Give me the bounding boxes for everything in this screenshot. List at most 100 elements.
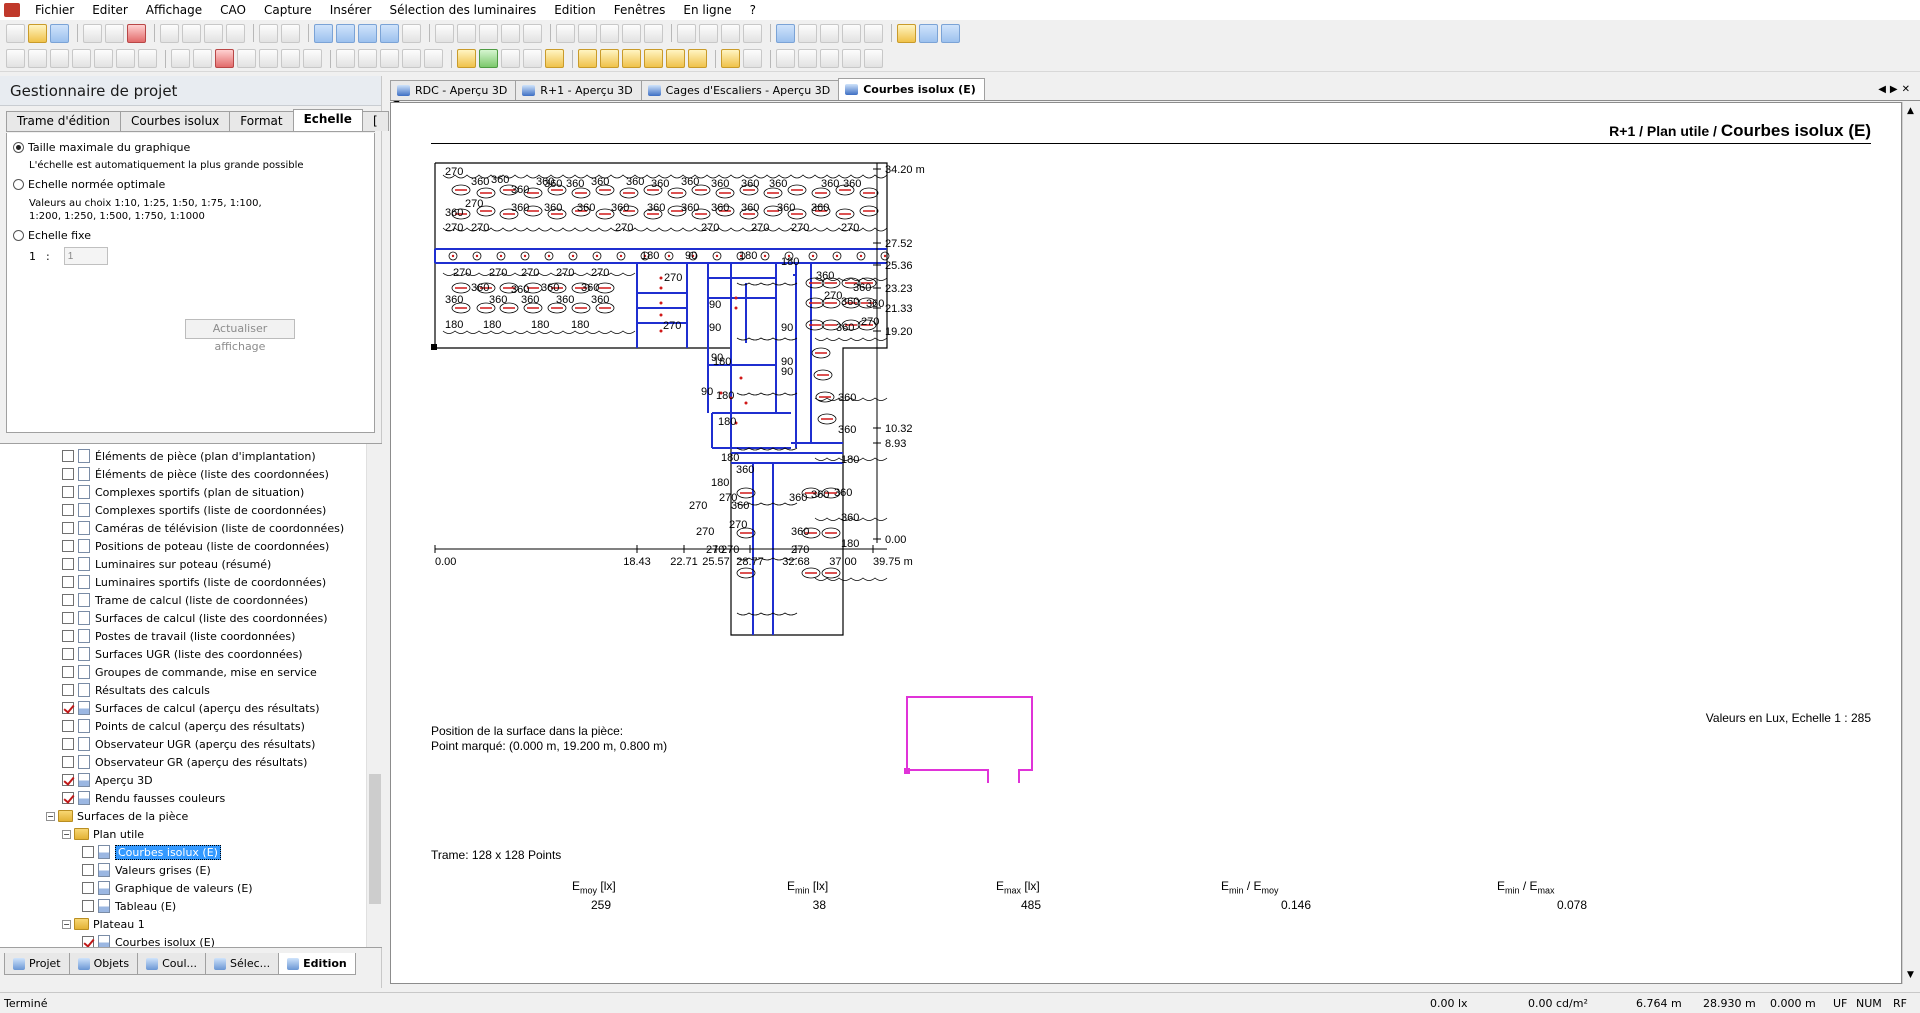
menu-cao[interactable]: CAO	[211, 0, 255, 20]
door-icon[interactable]	[523, 49, 542, 68]
view-side-icon[interactable]	[380, 23, 399, 43]
tree-item[interactable]: Aperçu 3D	[62, 771, 153, 789]
tree-checkbox[interactable]	[82, 936, 94, 947]
tree-checkbox[interactable]	[82, 864, 94, 876]
radio-unselected-icon[interactable]	[13, 179, 24, 190]
menu-en-ligne[interactable]: En ligne	[674, 0, 740, 20]
light-field-icon[interactable]	[622, 49, 641, 68]
draw-arc-icon[interactable]	[94, 49, 113, 68]
expand-toggle-icon[interactable]: −	[46, 811, 55, 821]
tree-item[interactable]: Trame de calcul (liste de coordonnées)	[62, 591, 308, 609]
surface-icon[interactable]	[281, 49, 300, 68]
tree-checkbox[interactable]	[82, 900, 94, 912]
radio-echelle-fixe[interactable]: Echelle fixe	[13, 229, 91, 242]
tree-checkbox[interactable]	[62, 666, 74, 678]
angle-icon[interactable]	[798, 49, 817, 68]
tree-item[interactable]: Courbes isolux (E)	[82, 843, 221, 861]
dimension-icon[interactable]	[776, 49, 795, 68]
tree-item[interactable]: Surfaces de calcul (aperçu des résultats…	[62, 699, 320, 717]
tree-checkbox[interactable]	[62, 792, 74, 804]
radio-echelle-normee[interactable]: Echelle normée optimale	[13, 178, 165, 191]
expand-toggle-icon[interactable]: −	[62, 919, 71, 929]
radio-taille-maximale[interactable]: Taille maximale du graphique	[13, 141, 190, 154]
view-front-icon[interactable]	[358, 23, 377, 43]
tab-courbes-isolux[interactable]: Courbes isolux	[119, 111, 231, 131]
radio-unselected-icon[interactable]	[13, 230, 24, 241]
pan-icon[interactable]	[380, 49, 399, 68]
tree-checkbox[interactable]	[62, 648, 74, 660]
target-icon[interactable]	[842, 49, 861, 68]
tree-checkbox[interactable]	[62, 756, 74, 768]
scroll-down-icon[interactable]: ▼	[1907, 970, 1914, 980]
tree-item[interactable]: Tableau (E)	[82, 897, 176, 915]
grid-icon[interactable]	[600, 23, 619, 43]
tree-item[interactable]: Courbes isolux (E)	[82, 933, 215, 947]
tree-item[interactable]: Points de calcul (aperçu des résultats)	[62, 717, 305, 735]
measure-icon[interactable]	[622, 23, 641, 43]
draw-polyline-icon[interactable]	[28, 49, 47, 68]
menu-fenetres[interactable]: Fenêtres	[605, 0, 675, 20]
draw-line-icon[interactable]	[6, 49, 25, 68]
tree-item[interactable]: Luminaires sur poteau (résumé)	[62, 555, 271, 573]
light-scene-icon[interactable]	[556, 23, 575, 43]
tree-checkbox[interactable]	[62, 504, 74, 516]
open-folder-icon[interactable]	[28, 23, 47, 43]
menu-capture[interactable]: Capture	[255, 0, 321, 20]
view-layout-icon[interactable]	[402, 23, 421, 43]
snap-icon[interactable]	[138, 49, 157, 68]
tab-format[interactable]: Format	[229, 111, 294, 131]
draw-rect-icon[interactable]	[50, 49, 69, 68]
calc-surface-icon[interactable]	[721, 49, 740, 68]
cone-icon[interactable]	[699, 23, 718, 43]
scroll-up-icon[interactable]: ▲	[1907, 106, 1914, 116]
save-icon[interactable]	[50, 23, 69, 43]
tab-trame-edition[interactable]: Trame d'édition	[6, 111, 121, 131]
table-view-icon[interactable]	[259, 49, 278, 68]
tab-edition[interactable]: Edition	[278, 953, 356, 975]
doc-tabs-nav-icon[interactable]: ◀▶✕	[1878, 80, 1920, 100]
light-emergency-icon[interactable]	[688, 49, 707, 68]
calculate-icon[interactable]	[578, 23, 597, 43]
calc-point-icon[interactable]	[743, 49, 762, 68]
window-horizontal-icon[interactable]	[919, 23, 938, 43]
sphere-icon[interactable]	[677, 23, 696, 43]
tree-checkbox[interactable]	[62, 720, 74, 732]
tree-checkbox[interactable]	[62, 450, 74, 462]
tree-item[interactable]: Éléments de pièce (liste des coordonnées…	[62, 465, 329, 483]
tree-checkbox[interactable]	[62, 702, 74, 714]
tree-folder-surfaces[interactable]: − Surfaces de la pièce	[46, 807, 188, 825]
print-preview-icon[interactable]	[105, 23, 124, 43]
print-icon[interactable]	[83, 23, 102, 43]
copy-icon[interactable]	[182, 23, 201, 43]
material-icon[interactable]	[545, 49, 564, 68]
tree-checkbox[interactable]	[62, 486, 74, 498]
tree-item[interactable]: Graphique de valeurs (E)	[82, 879, 253, 897]
orbit-icon[interactable]	[402, 49, 421, 68]
doc-tab-cages[interactable]: Cages d'Escaliers - Aperçu 3D	[640, 80, 840, 100]
cut-icon[interactable]	[160, 23, 179, 43]
tree-checkbox[interactable]	[82, 846, 94, 858]
zoom-icon[interactable]	[358, 49, 377, 68]
tree-item[interactable]: Complexes sportifs (liste de coordonnées…	[62, 501, 326, 519]
doc-print-icon[interactable]	[864, 23, 883, 43]
tree-scrollbar-thumb[interactable]	[369, 774, 381, 904]
delete-icon[interactable]	[226, 23, 245, 43]
distance-icon[interactable]	[820, 49, 839, 68]
fit-view-icon[interactable]	[424, 49, 443, 68]
light-line-icon[interactable]	[600, 49, 619, 68]
doc-tab-isolux[interactable]: Courbes isolux (E)	[838, 78, 985, 100]
plant-icon[interactable]	[479, 49, 498, 68]
window-vertical-icon[interactable]	[941, 23, 960, 43]
tree-checkbox[interactable]	[62, 540, 74, 552]
export-icon[interactable]	[721, 23, 740, 43]
menu-editer[interactable]: Editer	[83, 0, 137, 20]
tree-checkbox[interactable]	[62, 594, 74, 606]
tree-item[interactable]: Valeurs grises (E)	[82, 861, 211, 879]
tree-checkbox[interactable]	[62, 774, 74, 786]
doc-options-icon[interactable]	[820, 23, 839, 43]
tree-item[interactable]: Observateur UGR (aperçu des résultats)	[62, 735, 315, 753]
tree-checkbox[interactable]	[62, 630, 74, 642]
tree-item[interactable]: Postes de travail (liste coordonnées)	[62, 627, 295, 645]
fixed-scale-input[interactable]	[63, 247, 108, 265]
light-street-icon[interactable]	[666, 49, 685, 68]
